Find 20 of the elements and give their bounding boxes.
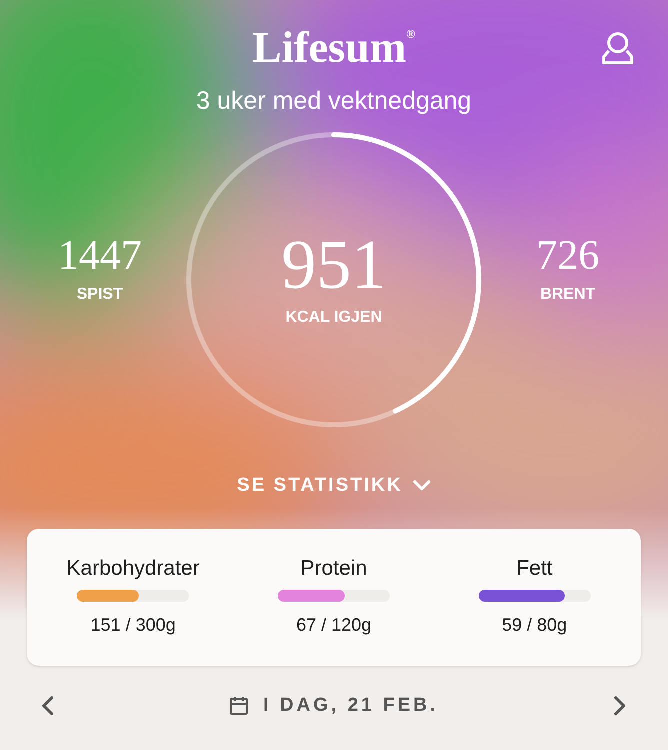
eaten-value: 1447 — [58, 233, 142, 279]
remaining-label: KCAL IGJEN — [286, 308, 382, 328]
chevron-left-icon — [42, 696, 54, 716]
app-logo: Lifesum® — [252, 24, 416, 72]
calendar-icon — [229, 696, 250, 716]
macro-amount: 59 / 80g — [502, 614, 568, 637]
chevron-right-icon — [614, 696, 626, 716]
macro-name: Karbohydrater — [66, 556, 200, 582]
subtitle: 3 uker med vektnedgang — [196, 86, 472, 116]
macro-name: Fett — [516, 556, 553, 582]
burned-label: BRENT — [540, 285, 596, 305]
chevron-down-icon — [412, 480, 431, 492]
eaten-label: SPIST — [76, 285, 124, 305]
profile-icon — [600, 30, 636, 66]
macro-amount: 67 / 120g — [296, 614, 372, 637]
burned-value: 726 — [536, 233, 600, 279]
macro-amount: 151 / 300g — [90, 614, 176, 637]
macro-name: Protein — [300, 556, 368, 582]
date-label[interactable]: I DAG, 21 FEB. — [263, 692, 439, 720]
remaining-value: 951 — [282, 230, 386, 302]
